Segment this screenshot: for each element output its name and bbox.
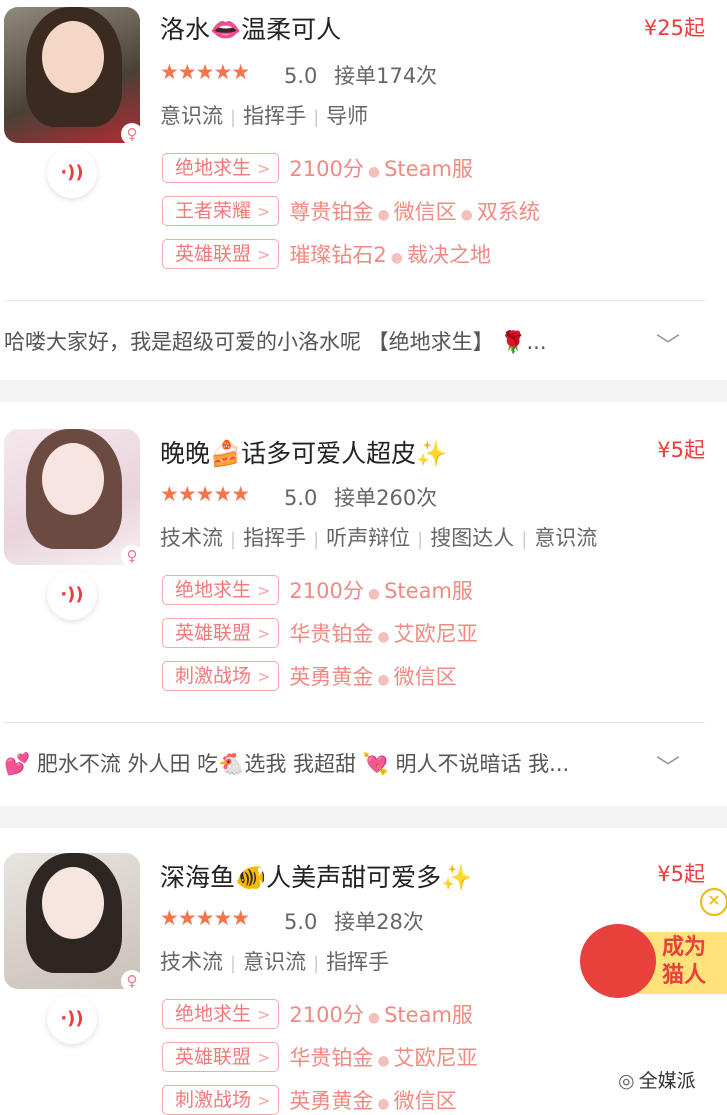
promo-line-2: 猫人 [662, 963, 707, 988]
watermark: ◎ 全媒派 [618, 1066, 696, 1093]
price-label: ¥25起 [643, 16, 705, 40]
section-gap [0, 380, 727, 402]
order-count: 接单28次 [334, 910, 424, 934]
game-chip[interactable]: 绝地求生 > [162, 575, 280, 605]
skill-tag: 导师 [326, 104, 369, 128]
female-icon: ♀ [121, 123, 143, 145]
companion-name: 深海鱼🐠人美声甜可爱多✨ [160, 863, 473, 892]
skill-tags: 技术流 | 指挥手 | 听声辩位 | 搜图达人 | 意识流 [160, 526, 598, 550]
game-row: 英雄联盟 > 华贵铂金 ● 艾欧尼亚 [162, 1042, 478, 1072]
companion-name: 晚晚🍰话多可爱人超皮✨ [160, 439, 448, 468]
star-rating: ★★★★★ [160, 482, 250, 506]
skill-tag: 技术流 [160, 950, 223, 974]
game-row: 英雄联盟 > 璀璨钻石2 ● 裁决之地 [162, 239, 491, 269]
companion-card[interactable]: ♀ ·)) 晚晚🍰话多可爱人超皮✨ ¥5起 ★★★★★ 5.0 接单260次 技… [0, 402, 727, 806]
companion-name: 洛水👄温柔可人 [160, 15, 342, 44]
cat-logo-icon [580, 924, 656, 998]
voice-play-icon[interactable]: ·)) [47, 148, 97, 198]
game-row: 绝地求生 > 2100分 ● Steam服 [162, 153, 473, 183]
game-detail: 尊贵铂金 ● 微信区 ● 双系统 [289, 200, 540, 224]
wechat-icon: ◎ [618, 1070, 635, 1092]
section-gap [0, 806, 727, 828]
star-rating: ★★★★★ [160, 60, 250, 84]
game-detail: 2100分 ● Steam服 [289, 579, 473, 603]
game-row: 绝地求生 > 2100分 ● Steam服 [162, 999, 473, 1029]
game-detail: 英勇黄金 ● 微信区 [289, 1089, 457, 1113]
skill-tag: 听声辩位 [326, 526, 411, 550]
price-label: ¥5起 [657, 862, 705, 886]
skill-tag: 意识流 [160, 104, 223, 128]
game-row: 刺激战场 > 英勇黄金 ● 微信区 [162, 1085, 457, 1115]
game-chip[interactable]: 刺激战场 > [162, 661, 280, 691]
skill-tag: 意识流 [243, 950, 307, 974]
game-chip[interactable]: 英雄联盟 > [162, 618, 280, 648]
bio-text[interactable]: 💕 肥水不流 外人田 吃🐔选我 我超甜 💘 明人不说暗话 我... [4, 748, 644, 778]
price-label: ¥5起 [657, 438, 705, 462]
avatar[interactable] [4, 429, 140, 565]
divider [4, 722, 705, 723]
rating-score: 5.0 [284, 910, 318, 934]
game-chip[interactable]: 绝地求生 > [162, 999, 280, 1029]
game-row: 刺激战场 > 英勇黄金 ● 微信区 [162, 661, 457, 691]
rating-score: 5.0 [284, 64, 318, 88]
companion-card[interactable]: ♀ ·)) 洛水👄温柔可人 ¥25起 ★★★★★ 5.0 接单174次 意识流 |… [0, 0, 727, 380]
game-detail: 华贵铂金 ● 艾欧尼亚 [289, 1046, 478, 1070]
game-row: 英雄联盟 > 华贵铂金 ● 艾欧尼亚 [162, 618, 478, 648]
skill-tag: 指挥手 [326, 950, 390, 974]
game-chip[interactable]: 刺激战场 > [162, 1085, 280, 1115]
skill-tags: 意识流 | 指挥手 | 导师 [160, 104, 369, 128]
avatar[interactable] [4, 7, 140, 143]
game-detail: 华贵铂金 ● 艾欧尼亚 [289, 622, 478, 646]
chevron-down-icon[interactable]: ﹀ [656, 326, 680, 361]
skill-tags: 技术流 | 意识流 | 指挥手 [160, 950, 390, 974]
skill-tag: 指挥手 [243, 104, 307, 128]
game-chip[interactable]: 英雄联盟 > [162, 1042, 280, 1072]
order-count: 接单260次 [334, 486, 438, 510]
chevron-down-icon[interactable]: ﹀ [656, 748, 680, 783]
female-icon: ♀ [121, 545, 143, 567]
star-rating: ★★★★★ [160, 906, 250, 930]
game-detail: 2100分 ● Steam服 [289, 157, 473, 181]
game-detail: 英勇黄金 ● 微信区 [289, 665, 457, 689]
skill-tag: 搜图达人 [430, 526, 515, 550]
close-icon[interactable]: ✕ [700, 888, 727, 916]
promo-float-button[interactable]: 成为 猫人 [578, 920, 727, 1002]
voice-play-icon[interactable]: ·)) [47, 570, 97, 620]
game-detail: 璀璨钻石2 ● 裁决之地 [289, 243, 492, 267]
game-row: 王者荣耀 > 尊贵铂金 ● 微信区 ● 双系统 [162, 196, 540, 226]
skill-tag: 指挥手 [243, 526, 307, 550]
divider [4, 300, 705, 301]
game-detail: 2100分 ● Steam服 [289, 1003, 473, 1027]
game-chip[interactable]: 英雄联盟 > [162, 239, 280, 269]
game-chip[interactable]: 王者荣耀 > [162, 196, 280, 226]
game-chip[interactable]: 绝地求生 > [162, 153, 280, 183]
bio-text[interactable]: 哈喽大家好，我是超级可爱的小洛水呢 【绝地求生】 🌹... [4, 326, 644, 356]
skill-tag: 技术流 [160, 526, 223, 550]
avatar[interactable] [4, 853, 140, 989]
skill-tag: 意识流 [534, 526, 598, 550]
promo-line-1: 成为 [662, 935, 707, 960]
voice-play-icon[interactable]: ·)) [47, 994, 97, 1044]
rating-score: 5.0 [284, 486, 318, 510]
order-count: 接单174次 [334, 64, 438, 88]
female-icon: ♀ [121, 970, 143, 992]
watermark-text: 全媒派 [638, 1070, 696, 1092]
game-row: 绝地求生 > 2100分 ● Steam服 [162, 575, 473, 605]
